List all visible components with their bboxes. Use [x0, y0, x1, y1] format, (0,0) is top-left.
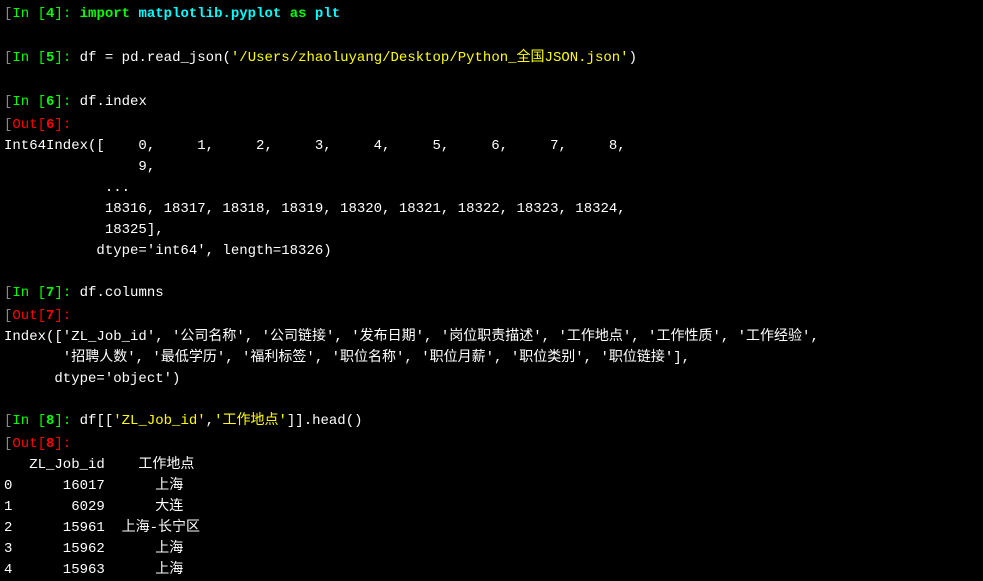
in-close: ]: [54, 285, 71, 301]
in-prompt-line[interactable]: [In [6]: df.index [4, 92, 979, 113]
output-line: 3 15962 上海 [4, 539, 979, 560]
in-close: ]: [54, 6, 71, 22]
output-line: 18316, 18317, 18318, 18319, 18320, 18321… [4, 199, 979, 220]
output-line: 18325], [4, 220, 979, 241]
in-prompt-line[interactable]: [In [4]: import matplotlib.pyplot as plt [4, 4, 979, 25]
blank-line [4, 27, 979, 48]
output-line: 0 16017 上海 [4, 476, 979, 497]
out-close: ]: [54, 308, 71, 324]
code-token: matplotlib.pyplot [138, 6, 281, 22]
code-token: , [206, 413, 214, 429]
in-prompt-line[interactable]: [In [8]: df[['ZL_Job_id','工作地点']].head() [4, 411, 979, 432]
in-close: ]: [54, 413, 71, 429]
code-token: df.index [80, 94, 147, 110]
in-prompt-line[interactable]: [In [7]: df.columns [4, 283, 979, 304]
blank-line [4, 390, 979, 411]
out-prompt-line: [Out[8]: [4, 434, 979, 455]
ipython-terminal[interactable]: [In [4]: import matplotlib.pyplot as plt… [4, 4, 979, 581]
code-token: plt [315, 6, 340, 22]
code-token: import [80, 6, 130, 22]
code-token: as [290, 6, 307, 22]
out-prompt: Out[ [12, 117, 46, 133]
in-prompt: In [ [12, 6, 46, 22]
code-token: df[[ [80, 413, 114, 429]
output-line: 2 15961 上海-长宁区 [4, 518, 979, 539]
output-line: 9, [4, 157, 979, 178]
code-token: 'ZL_Job_id' [113, 413, 205, 429]
out-prompt: Out[ [12, 308, 46, 324]
in-prompt: In [ [12, 94, 46, 110]
output-line: ZL_Job_id 工作地点 [4, 455, 979, 476]
in-prompt-line[interactable]: [In [5]: df = pd.read_json('/Users/zhaol… [4, 48, 979, 69]
output-line: Int64Index([ 0, 1, 2, 3, 4, 5, 6, 7, 8, [4, 136, 979, 157]
out-prompt-line: [Out[7]: [4, 306, 979, 327]
out-prompt: Out[ [12, 436, 46, 452]
output-line: dtype='object') [4, 369, 979, 390]
code-token: df [80, 50, 105, 66]
blank-line [4, 71, 979, 92]
out-close: ]: [54, 436, 71, 452]
code-token: ) [629, 50, 637, 66]
in-close: ]: [54, 94, 71, 110]
out-close: ]: [54, 117, 71, 133]
output-line: dtype='int64', length=18326) [4, 241, 979, 262]
code-token: pd.read_json( [113, 50, 231, 66]
in-prompt: In [ [12, 285, 46, 301]
output-line: ... [4, 178, 979, 199]
in-prompt: In [ [12, 413, 46, 429]
blank-line [4, 262, 979, 283]
out-prompt-line: [Out[6]: [4, 115, 979, 136]
in-prompt: In [ [12, 50, 46, 66]
code-token: '/Users/zhaoluyang/Desktop/Python_全国JSON… [231, 50, 629, 66]
output-line: '招聘人数', '最低学历', '福利标签', '职位名称', '职位月薪', … [4, 348, 979, 369]
code-token: df.columns [80, 285, 164, 301]
output-line: Index(['ZL_Job_id', '公司名称', '公司链接', '发布日… [4, 327, 979, 348]
code-token [281, 6, 289, 22]
code-token: '工作地点' [214, 413, 287, 429]
code-token: = [105, 50, 113, 66]
code-token: ]].head() [287, 413, 363, 429]
output-line: 4 15963 上海 [4, 560, 979, 581]
code-token [307, 6, 315, 22]
in-close: ]: [54, 50, 71, 66]
